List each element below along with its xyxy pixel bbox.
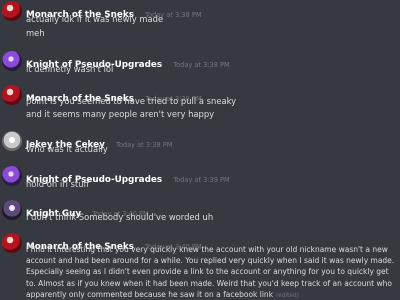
avatar[interactable]: [2, 200, 22, 220]
edited-label: (edited): [276, 292, 299, 299]
timestamp: Today at 3:38 PM: [173, 61, 230, 69]
avatar[interactable]: [2, 1, 22, 21]
avatar[interactable]: [2, 166, 22, 186]
avatar[interactable]: [2, 233, 22, 253]
message-text: point is you seemed to have tried to pul…: [26, 96, 237, 106]
message-text: Who was it actually: [26, 144, 108, 154]
avatar[interactable]: [2, 51, 22, 71]
message-text: it definetly wasn't lol: [26, 64, 114, 74]
message-text: actually idk if it was newly made: [26, 14, 164, 24]
message-text: I don't think Somebody should've worded …: [26, 212, 214, 222]
chat-messages: Monarch of the Sneks Today at 3:38 PM ac…: [0, 0, 400, 300]
timestamp: Today at 3:39 PM: [173, 176, 230, 184]
timestamp: Today at 3:38 PM: [115, 141, 173, 149]
message-text: hold on irl stuff: [26, 179, 90, 189]
avatar[interactable]: [2, 131, 22, 151]
avatar[interactable]: [2, 85, 22, 105]
message-paragraph: I find it interesting that you very quic…: [26, 245, 395, 299]
message-text: meh: [26, 28, 45, 38]
message-text: I find it interesting that you very quic…: [26, 244, 398, 300]
message-text: and it seems many people aren't very hap…: [26, 109, 215, 119]
